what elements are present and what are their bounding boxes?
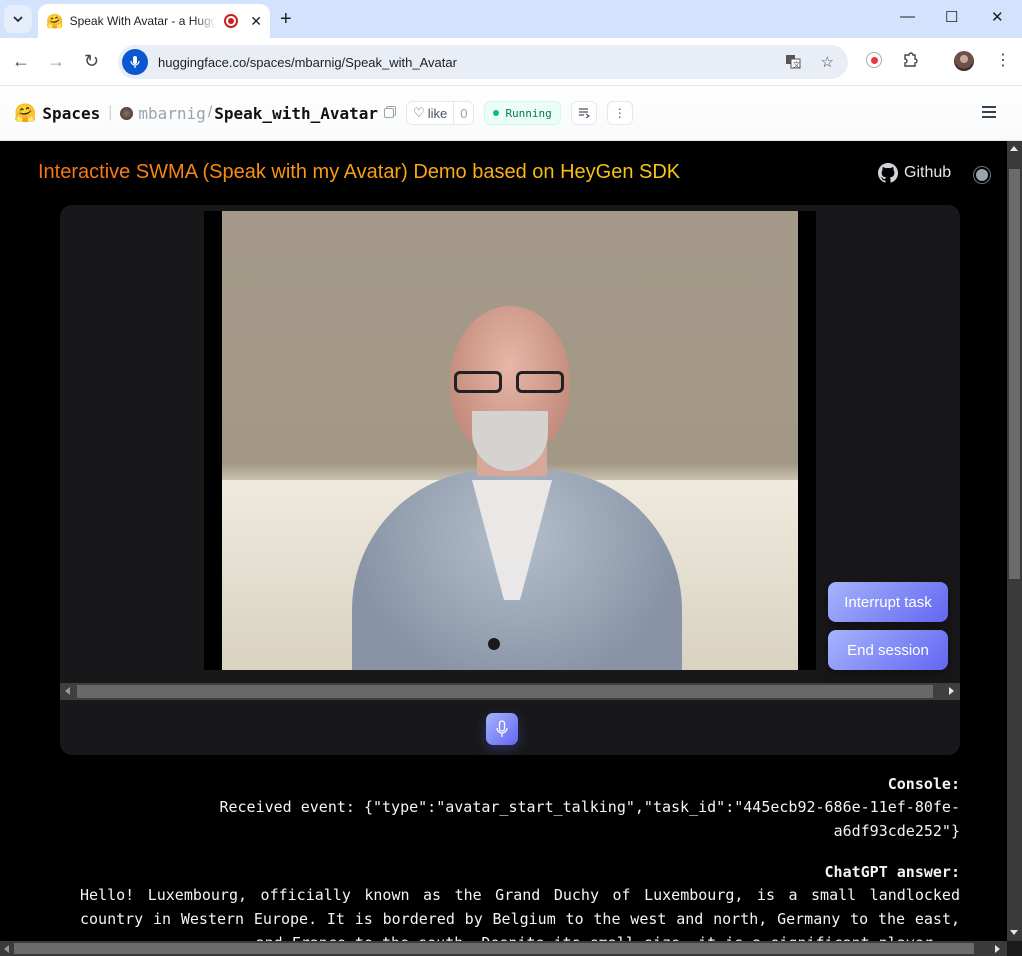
avatar-panel: Interrupt task End session (60, 205, 960, 755)
microphone-icon (496, 720, 508, 737)
logs-icon (578, 108, 590, 118)
bookmark-star-icon[interactable]: ☆ (821, 53, 834, 73)
hugging-face-favicon-icon: 🤗 (46, 12, 64, 29)
like-button[interactable]: ♡ like 0 (406, 101, 475, 125)
reload-button[interactable]: ↻ (84, 51, 99, 72)
page-scroll-left-arrow-icon[interactable] (4, 945, 9, 953)
more-options-button[interactable]: ⋮ (606, 101, 633, 125)
tab-title: Speak With Avatar - a Hugging Face Space (69, 14, 217, 28)
status-dot-icon (493, 110, 500, 116)
browser-tab[interactable]: 🤗 Speak With Avatar - a Hugging Face Spa… (38, 4, 270, 38)
close-window-button[interactable]: ✕ (991, 8, 1004, 26)
avatar-video-container (204, 211, 816, 670)
hf-space-header: 🤗 Spaces | mbarnig / Speak_with_Avatar ♡… (0, 86, 1022, 141)
owner-link[interactable]: mbarnig (138, 104, 205, 123)
profile-avatar[interactable] (954, 51, 974, 71)
github-label: Github (904, 164, 952, 181)
chevron-down-icon (13, 16, 23, 22)
page-horizontal-scrollbar[interactable] (0, 941, 1007, 956)
hugging-face-logo-icon[interactable]: 🤗 (14, 103, 36, 124)
status-badge[interactable]: Running (484, 101, 561, 125)
url-text[interactable]: huggingface.co/spaces/mbarnig/Speak_with… (158, 55, 457, 70)
new-tab-button[interactable]: + (280, 8, 292, 31)
github-icon (878, 163, 898, 183)
tab-close-button[interactable]: ✕ (250, 13, 262, 30)
extensions-icon[interactable] (902, 52, 918, 73)
path-separator: / (207, 104, 213, 121)
console-label: Console: (887, 775, 960, 793)
scroll-down-arrow-icon[interactable] (1010, 930, 1018, 935)
kebab-icon: ⋮ (613, 106, 626, 120)
hamburger-menu-icon[interactable] (982, 106, 996, 121)
owner-avatar[interactable] (120, 106, 134, 120)
divider: | (108, 104, 113, 121)
vertical-scrollbar-thumb[interactable] (1009, 169, 1020, 579)
browser-tab-bar: 🤗 Speak With Avatar - a Hugging Face Spa… (0, 0, 1022, 38)
translate-icon[interactable]: 文 (785, 53, 801, 73)
browser-toolbar: ← → ↻ huggingface.co/spaces/mbarnig/Spea… (0, 38, 1022, 86)
github-link[interactable]: Github (878, 163, 951, 183)
space-name-link[interactable]: Speak_with_Avatar (214, 104, 378, 123)
back-button[interactable]: ← (12, 51, 30, 72)
minimize-button[interactable]: — (900, 8, 915, 25)
chatgpt-answer-text: Hello! Luxembourg, officially known as t… (80, 886, 960, 941)
microphone-in-use-icon[interactable] (122, 49, 148, 75)
menu-kebab-icon[interactable]: ⋮ (995, 50, 1011, 70)
heart-icon: ♡ (413, 105, 425, 120)
logs-button[interactable] (570, 101, 597, 125)
svg-text:文: 文 (793, 60, 800, 69)
recording-icon (224, 14, 239, 28)
avatar-video (222, 211, 798, 670)
scroll-up-arrow-icon[interactable] (1010, 146, 1018, 151)
theme-toggle-sun-icon[interactable] (972, 165, 992, 185)
chatgpt-answer-label: ChatGPT answer: (824, 863, 960, 881)
horizontal-scrollbar-thumb[interactable] (14, 943, 974, 954)
microphone-button[interactable] (486, 713, 518, 745)
scrollbar-thumb[interactable] (77, 685, 933, 698)
spaces-link[interactable]: Spaces (42, 104, 100, 123)
status-text: Running (505, 106, 552, 120)
panel-horizontal-scrollbar[interactable] (60, 683, 960, 700)
page-scroll-right-arrow-icon[interactable] (995, 945, 1000, 953)
like-label: like (427, 105, 448, 121)
address-bar[interactable]: huggingface.co/spaces/mbarnig/Speak_with… (118, 45, 848, 79)
scroll-left-arrow-icon[interactable] (65, 687, 70, 695)
scrollbar-corner (1007, 941, 1022, 956)
end-session-button[interactable]: End session (828, 630, 948, 670)
copy-icon[interactable] (384, 108, 395, 118)
like-count: 0 (453, 102, 473, 124)
tab-search-button[interactable] (4, 5, 32, 33)
space-app: Interactive SWMA (Speak with my Avatar) … (0, 141, 1007, 941)
maximize-button[interactable]: ☐ (945, 8, 958, 26)
page-vertical-scrollbar[interactable] (1007, 141, 1022, 941)
interrupt-task-button[interactable]: Interrupt task (828, 582, 948, 622)
app-title: Interactive SWMA (Speak with my Avatar) … (38, 161, 681, 183)
screen-record-icon[interactable] (866, 52, 882, 68)
scroll-right-arrow-icon[interactable] (949, 687, 954, 695)
forward-button[interactable]: → (47, 51, 65, 72)
console-output: Received event: {"type":"avatar_start_ta… (219, 798, 960, 840)
